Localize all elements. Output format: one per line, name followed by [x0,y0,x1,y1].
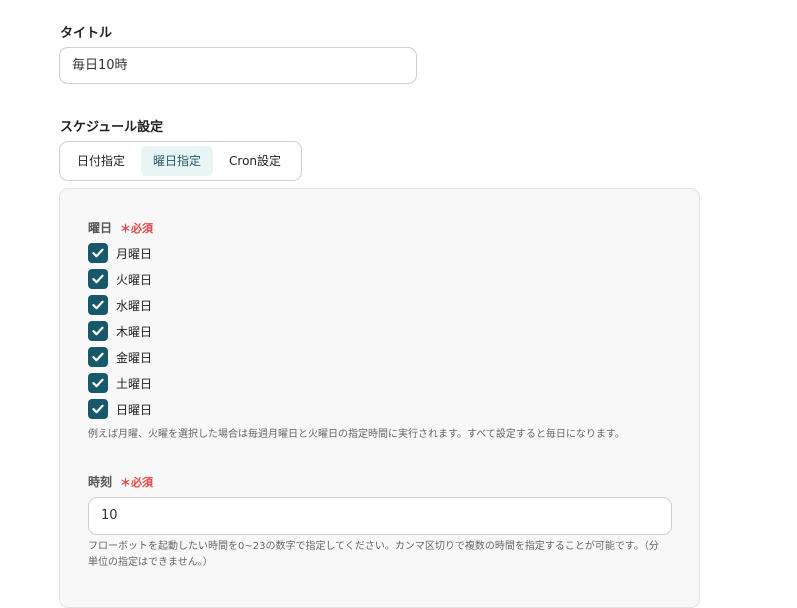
weekday-hint: 例えば月曜、火曜を選択した場合は毎週月曜日と火曜日の指定時間に実行されます。すべ… [88,429,625,440]
checkbox-label: 火曜日 [116,272,153,287]
checkbox-wednesday[interactable]: 水曜日 [88,294,152,316]
checkbox-label: 日曜日 [116,402,153,417]
tab-weekday[interactable]: 曜日指定 [141,146,214,176]
checkbox-checked-icon[interactable] [88,295,108,315]
weekday-field-label: 曜日 ＊必須 [88,219,153,236]
time-field-label: 時刻 ＊必須 [88,473,153,490]
time-hint-line1: フローボットを起動したい時間を0~23の数字で指定してください。カンマ区切りで複… [88,541,659,552]
time-required-badge: ＊必須 [120,475,154,489]
time-input[interactable]: 10 [88,497,672,535]
checkbox-label: 土曜日 [116,376,153,391]
checkbox-label: 金曜日 [116,350,153,365]
checkbox-checked-icon[interactable] [88,269,108,289]
tab-cron[interactable]: Cron設定 [217,146,293,176]
checkbox-label: 木曜日 [116,324,153,339]
title-input[interactable]: 毎日10時 [59,47,417,84]
checkbox-friday[interactable]: 金曜日 [88,346,152,368]
checkbox-tuesday[interactable]: 火曜日 [88,268,152,290]
checkbox-thursday[interactable]: 木曜日 [88,320,152,342]
schedule-label: スケジュール設定 [60,120,164,135]
checkbox-checked-icon[interactable] [88,373,108,393]
tab-date[interactable]: 日付指定 [65,146,137,176]
weekday-settings-panel: 曜日 ＊必須 月曜日 火曜日 水曜日 木曜日 金曜日 土曜日 日曜日 例えば月曜… [59,188,700,608]
time-label: 時刻 [88,475,113,489]
time-hint-line2: 単位の指定はできません。） [88,557,213,568]
checkbox-checked-icon[interactable] [88,243,108,263]
weekday-required-badge: ＊必須 [120,221,154,235]
weekday-label: 曜日 [88,221,113,235]
checkbox-saturday[interactable]: 土曜日 [88,372,152,394]
checkbox-checked-icon[interactable] [88,347,108,367]
checkbox-checked-icon[interactable] [88,321,108,341]
checkbox-label: 月曜日 [116,246,153,261]
checkbox-checked-icon[interactable] [88,399,108,419]
title-label: タイトル [60,26,113,41]
checkbox-label: 水曜日 [116,298,153,313]
schedule-tabs: 日付指定 曜日指定 Cron設定 [59,141,302,181]
checkbox-sunday[interactable]: 日曜日 [88,398,152,420]
checkbox-monday[interactable]: 月曜日 [88,242,152,264]
